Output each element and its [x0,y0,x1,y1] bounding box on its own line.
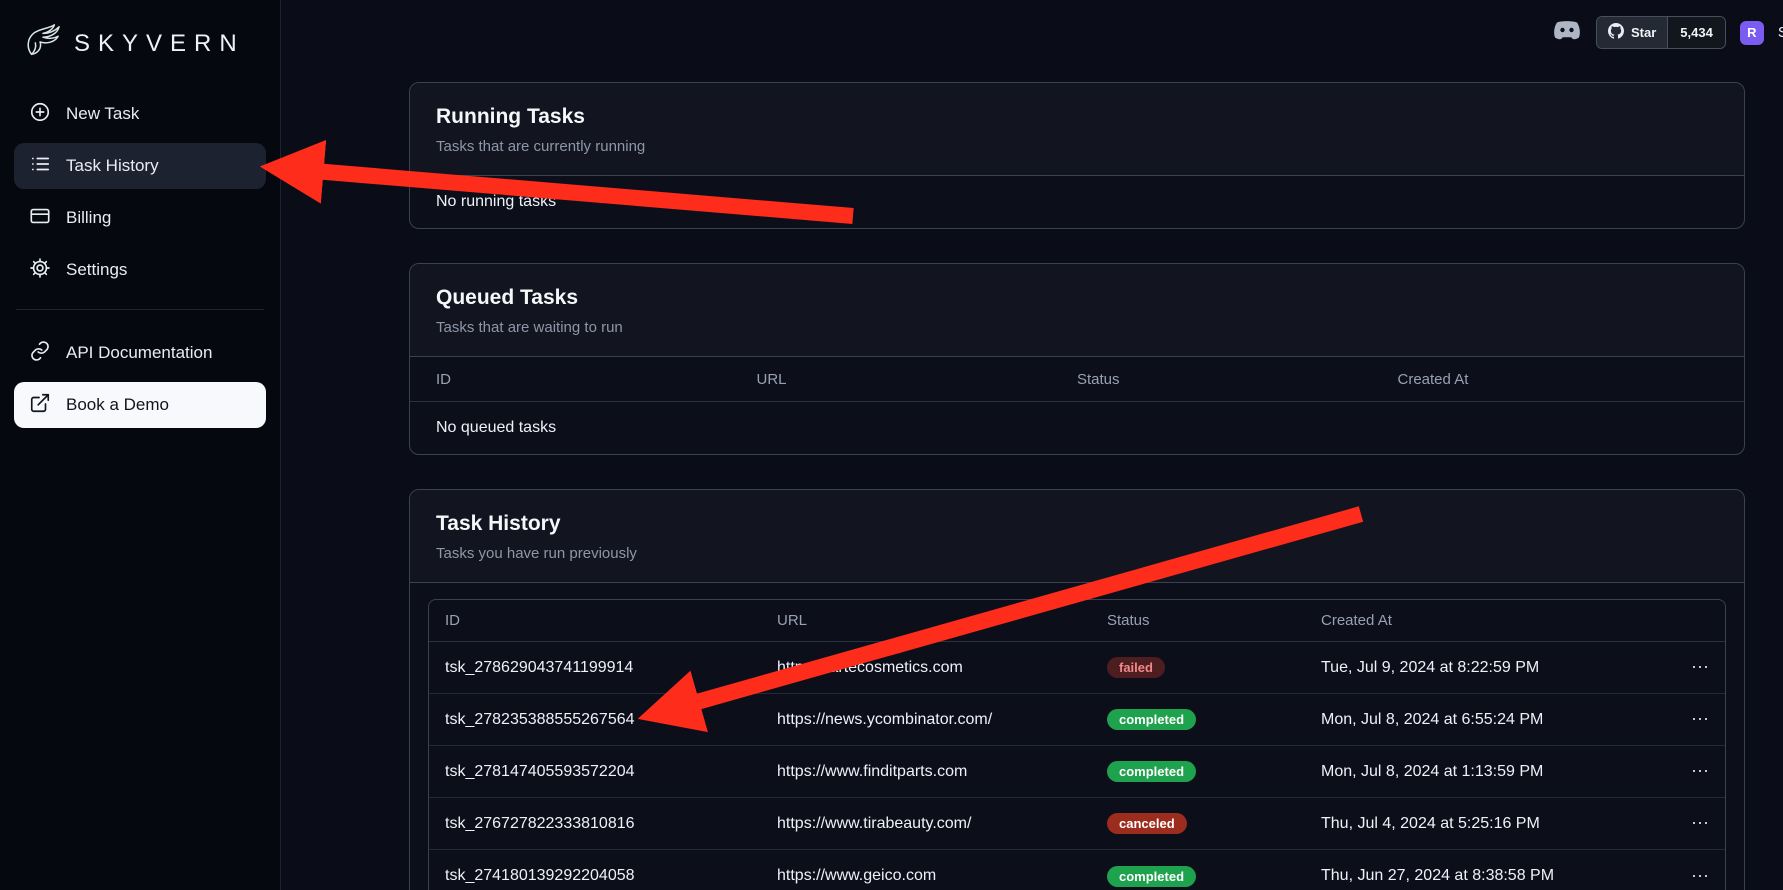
task-history-rows: tsk_278629043741199914 https://tartecosm… [429,642,1725,890]
user-avatar[interactable]: R [1740,21,1764,45]
github-star-button[interactable]: Star 5,434 [1596,16,1726,49]
queued-tasks-card: Queued Tasks Tasks that are waiting to r… [409,263,1745,455]
task-id: tsk_274180139292204058 [445,867,777,885]
task-id: tsk_278629043741199914 [445,659,777,677]
plus-circle-icon [29,101,51,128]
sidebar-divider [16,309,264,310]
primary-nav: New Task Task History Billing Settings [14,91,266,293]
column-header-id: ID [436,371,757,388]
github-star-count: 5,434 [1667,17,1725,48]
queued-tasks-header: Queued Tasks Tasks that are waiting to r… [410,264,1744,357]
task-url: https://www.finditparts.com [777,763,1107,781]
sidebar-item-billing[interactable]: Billing [14,195,266,241]
sidebar: SKYVERN New Task Task History Billing [0,0,281,890]
discord-button[interactable] [1552,20,1582,45]
row-actions-button[interactable]: ⋯ [1691,761,1709,782]
task-id: tsk_278235388555267564 [445,711,777,729]
row-actions-button[interactable]: ⋯ [1691,657,1709,678]
status-badge: completed [1107,761,1196,782]
task-created-at: Mon, Jul 8, 2024 at 1:13:59 PM [1321,763,1649,781]
gear-icon [29,257,51,284]
task-url: https://www.geico.com [777,867,1107,885]
task-url: https://www.tirabeauty.com/ [777,815,1107,833]
task-id: tsk_278147405593572204 [445,763,777,781]
list-icon [29,153,51,180]
task-history-table: ID URL Status Created At tsk_27862904374… [428,599,1726,890]
sidebar-item-label: API Documentation [66,343,212,363]
card-title: Queued Tasks [436,286,1718,310]
topbar: Star 5,434 R S [1552,16,1783,49]
brand-logo: SKYVERN [14,18,266,91]
queued-table-header: ID URL Status Created At [410,357,1744,402]
table-row[interactable]: tsk_278147405593572204 https://www.findi… [429,746,1725,798]
brand-name: SKYVERN [74,30,245,58]
card-title: Task History [436,512,1718,536]
queued-tasks-empty: No queued tasks [410,402,1744,454]
task-url: https://tartecosmetics.com [777,659,1107,677]
column-header-id: ID [445,612,777,629]
row-actions-button[interactable]: ⋯ [1691,813,1709,834]
sidebar-item-api-documentation[interactable]: API Documentation [14,330,266,376]
user-name-partial: S [1778,24,1783,41]
table-row[interactable]: tsk_276727822333810816 https://www.tirab… [429,798,1725,850]
task-history-card: Task History Tasks you have run previous… [409,489,1745,890]
sidebar-item-label: Task History [66,156,159,176]
running-tasks-card: Running Tasks Tasks that are currently r… [409,82,1745,229]
row-actions-button[interactable]: ⋯ [1691,866,1709,887]
status-badge: failed [1107,657,1165,678]
external-link-icon [29,392,51,419]
card-subtitle: Tasks that are waiting to run [436,319,1718,336]
credit-card-icon [29,205,51,232]
task-history-header: Task History Tasks you have run previous… [410,490,1744,583]
running-tasks-empty: No running tasks [410,176,1744,228]
card-subtitle: Tasks that are currently running [436,138,1718,155]
book-a-demo-button[interactable]: Book a Demo [14,382,266,428]
table-row[interactable]: tsk_278629043741199914 https://tartecosm… [429,642,1725,694]
status-badge: completed [1107,709,1196,730]
row-actions-button[interactable]: ⋯ [1691,709,1709,730]
task-history-table-header: ID URL Status Created At [429,600,1725,642]
main-content: Running Tasks Tasks that are currently r… [281,0,1783,890]
github-star-label: Star [1631,25,1656,40]
sidebar-item-settings[interactable]: Settings [14,247,266,293]
column-header-status: Status [1077,371,1398,388]
link-icon [29,340,51,367]
task-created-at: Thu, Jul 4, 2024 at 5:25:16 PM [1321,815,1649,833]
sidebar-item-label: Settings [66,260,127,280]
column-header-status: Status [1107,612,1321,629]
status-badge: canceled [1107,813,1187,834]
task-created-at: Tue, Jul 9, 2024 at 8:22:59 PM [1321,659,1649,677]
task-created-at: Thu, Jun 27, 2024 at 8:38:58 PM [1321,867,1649,885]
card-title: Running Tasks [436,105,1718,129]
sidebar-item-label: New Task [66,104,139,124]
column-header-url: URL [777,612,1107,629]
card-subtitle: Tasks you have run previously [436,545,1718,562]
secondary-nav: API Documentation Book a Demo [14,330,266,428]
skyvern-dragon-icon [20,22,64,65]
table-row[interactable]: tsk_274180139292204058 https://www.geico… [429,850,1725,890]
task-created-at: Mon, Jul 8, 2024 at 6:55:24 PM [1321,711,1649,729]
table-row[interactable]: tsk_278235388555267564 https://news.ycom… [429,694,1725,746]
running-tasks-header: Running Tasks Tasks that are currently r… [410,83,1744,176]
task-id: tsk_276727822333810816 [445,815,777,833]
discord-icon [1552,20,1582,45]
sidebar-item-label: Billing [66,208,111,228]
status-badge: completed [1107,866,1196,887]
task-url: https://news.ycombinator.com/ [777,711,1107,729]
sidebar-item-new-task[interactable]: New Task [14,91,266,137]
sidebar-item-label: Book a Demo [66,395,169,415]
github-icon [1608,23,1624,42]
sidebar-item-task-history[interactable]: Task History [14,143,266,189]
column-header-created-at: Created At [1398,371,1719,388]
column-header-created-at: Created At [1321,612,1649,629]
column-header-url: URL [757,371,1078,388]
